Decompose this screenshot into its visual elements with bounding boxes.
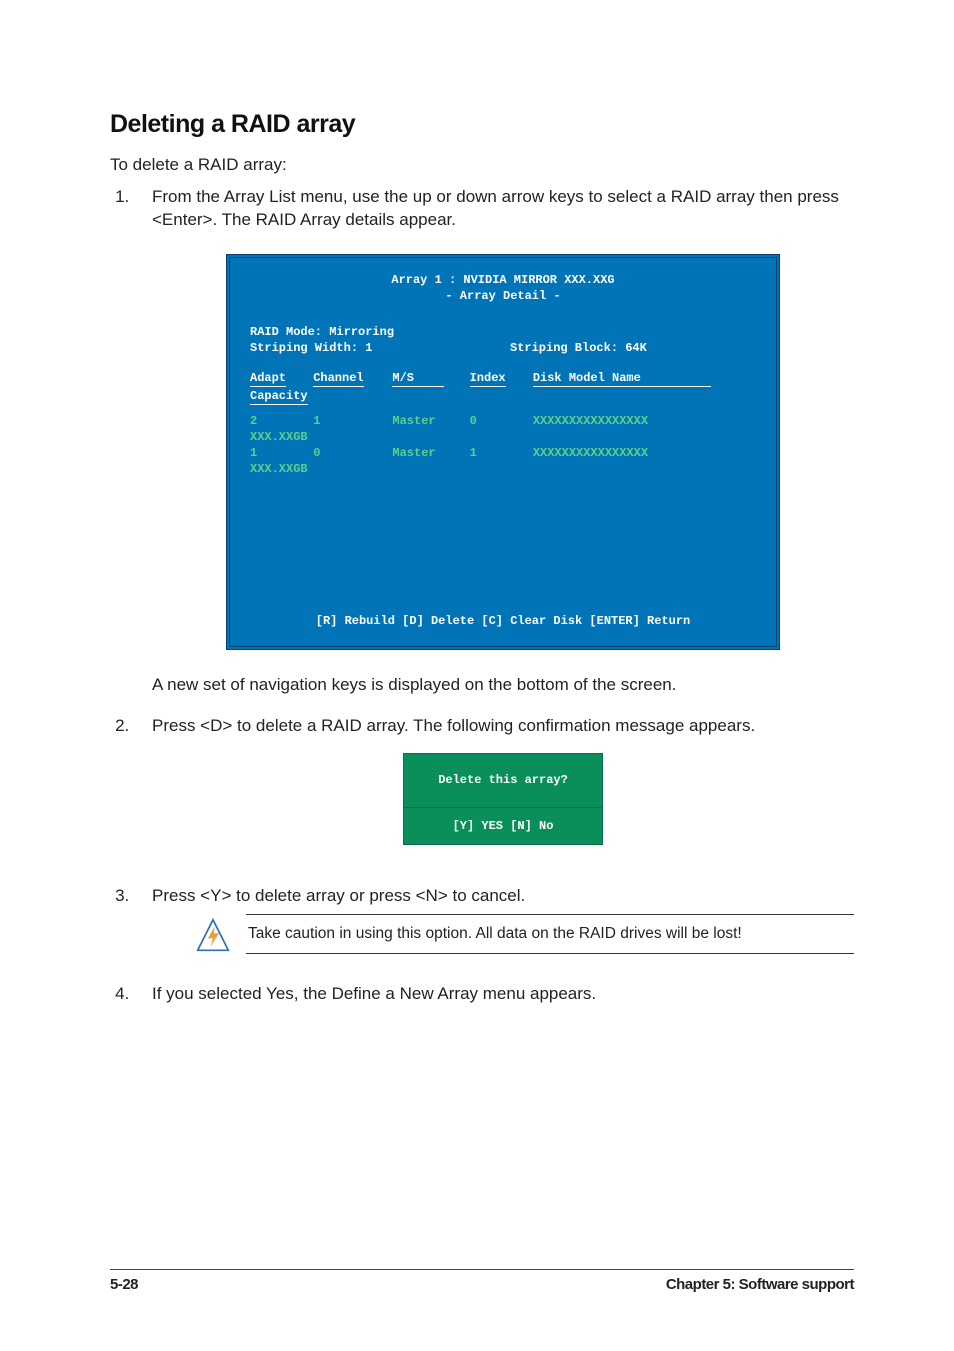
bios-header: Array 1 : NVIDIA MIRROR XXX.XXG - Array … xyxy=(230,258,776,316)
bios-striping-block: Striping Block: 64K xyxy=(510,340,647,356)
caution-bolt-icon xyxy=(196,918,230,952)
bios-cell-model-1: XXXXXXXXXXXXXXXX xyxy=(533,445,723,461)
bios-footer-keys: [R] Rebuild [D] Delete [C] Clear Disk [E… xyxy=(230,601,776,645)
bios-array-detail-screen: Array 1 : NVIDIA MIRROR XXX.XXG - Array … xyxy=(226,254,780,650)
step-list: From the Array List menu, use the up or … xyxy=(110,186,854,1006)
bios-col-ms: M/S xyxy=(392,371,444,387)
step-1-text: From the Array List menu, use the up or … xyxy=(152,187,839,229)
bios-col-channel: Channel xyxy=(313,371,363,387)
bios-col-capacity: Capacity xyxy=(250,389,308,405)
bios-col-model: Disk Model Name xyxy=(533,371,711,387)
bios-header-line1: Array 1 : NVIDIA MIRROR XXX.XXG xyxy=(238,272,768,288)
chapter-title: Chapter 5: Software support xyxy=(666,1276,854,1293)
bios-cell-index-1: 1 xyxy=(470,445,526,461)
bios-header-line2: - Array Detail - xyxy=(238,288,768,304)
bios-cell-model-0: XXXXXXXXXXXXXXXX xyxy=(533,413,723,429)
bios-cell-channel-1: 0 xyxy=(313,445,385,461)
caution-text-wrap: Take caution in using this option. All d… xyxy=(246,914,854,955)
bios-table-row: 2 1 Master 0 XXXXXXXXXXXXXXXX XXX.XXGB xyxy=(250,413,756,445)
manual-page: Deleting a RAID array To delete a RAID a… xyxy=(0,0,954,1351)
step-3-text: Press <Y> to delete array or press <N> t… xyxy=(152,886,525,905)
confirm-options: [Y] YES [N] No xyxy=(403,808,603,845)
bios-cell-channel-0: 1 xyxy=(313,413,385,429)
step-1-post-text: A new set of navigation keys is displaye… xyxy=(152,674,854,697)
bios-cell-ms-0: Master xyxy=(392,413,462,429)
step-2: Press <D> to delete a RAID array. The fo… xyxy=(134,715,854,845)
bios-cell-adapt-1: 1 xyxy=(250,445,306,461)
page-footer: 5-28 Chapter 5: Software support xyxy=(110,1269,854,1293)
bios-delete-confirm-dialog: Delete this array? [Y] YES [N] No xyxy=(403,753,603,844)
step-2-text: Press <D> to delete a RAID array. The fo… xyxy=(152,716,755,735)
bios-cell-adapt-0: 2 xyxy=(250,413,306,429)
bios-striping-width: Striping Width: 1 xyxy=(250,340,510,356)
intro-text: To delete a RAID array: xyxy=(110,153,854,178)
confirm-question: Delete this array? xyxy=(403,753,603,807)
bios-col-index: Index xyxy=(470,371,506,387)
caution-callout: Take caution in using this option. All d… xyxy=(196,914,854,955)
bios-cell-ms-1: Master xyxy=(392,445,462,461)
bios-cell-cap-1: XXX.XXGB xyxy=(250,461,326,477)
caution-text: Take caution in using this option. All d… xyxy=(246,916,854,953)
step-3: Press <Y> to delete array or press <N> t… xyxy=(134,885,854,955)
bios-raid-mode: RAID Mode: Mirroring xyxy=(250,324,756,340)
step-4-text: If you selected Yes, the Define a New Ar… xyxy=(152,984,596,1003)
step-1: From the Array List menu, use the up or … xyxy=(134,186,854,697)
bios-striping-row: Striping Width: 1 Striping Block: 64K xyxy=(250,340,756,356)
section-title: Deleting a RAID array xyxy=(110,110,854,139)
page-number: 5-28 xyxy=(110,1276,138,1293)
bios-disk-table: Adapt Channel M/S Index Disk Model Name … xyxy=(250,370,756,477)
bios-body: RAID Mode: Mirroring Striping Width: 1 S… xyxy=(230,316,776,602)
bios-table-header-row: Adapt Channel M/S Index Disk Model Name … xyxy=(250,370,756,406)
bios-cell-index-0: 0 xyxy=(470,413,526,429)
bios-cell-cap-0: XXX.XXGB xyxy=(250,429,326,445)
step-4: If you selected Yes, the Define a New Ar… xyxy=(134,983,854,1006)
bios-table-row: 1 0 Master 1 XXXXXXXXXXXXXXXX XXX.XXGB xyxy=(250,445,756,477)
bios-col-adapt: Adapt xyxy=(250,371,286,387)
